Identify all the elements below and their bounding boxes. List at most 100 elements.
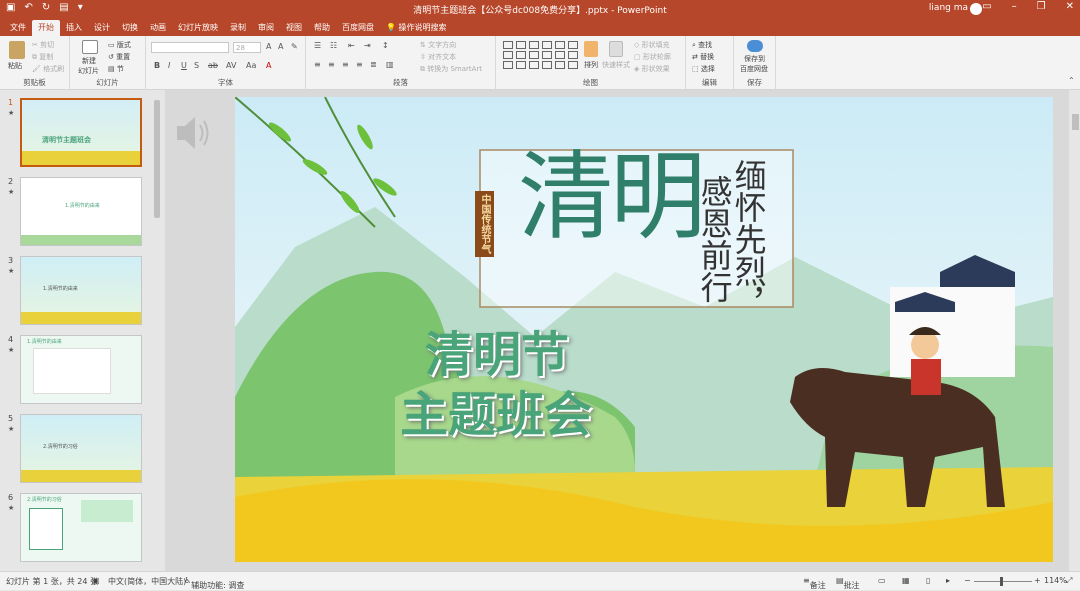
paste-button[interactable]: 粘贴	[8, 61, 22, 71]
align-text-button[interactable]: ⇳ 对齐文本	[420, 52, 456, 62]
change-case-icon[interactable]: Aa	[246, 61, 256, 70]
decrease-indent-icon[interactable]: ⇤	[348, 41, 355, 50]
copy-button[interactable]: ⧉ 复制	[32, 52, 53, 62]
thumbnail-scrollbar[interactable]	[153, 92, 161, 567]
justify-icon[interactable]: ≡	[356, 60, 363, 69]
find-button[interactable]: ⌕ 查找	[692, 40, 712, 50]
slide-poem-col1[interactable]: 缅怀先烈，	[730, 159, 768, 319]
shape-item[interactable]	[555, 41, 565, 49]
align-left-icon[interactable]: ≡	[314, 60, 321, 69]
slide-logo-text[interactable]: 清明	[518, 149, 706, 245]
underline-icon[interactable]: U	[181, 61, 187, 70]
shape-item[interactable]	[529, 51, 539, 59]
shape-item[interactable]	[542, 41, 552, 49]
arrange-icon[interactable]	[584, 41, 598, 57]
shape-item[interactable]	[568, 41, 578, 49]
slide-title-line2[interactable]: 主题班会	[400, 375, 592, 445]
baidu-cloud-icon[interactable]	[747, 40, 763, 52]
shape-fill-button[interactable]: ◇ 形状填充	[634, 40, 670, 50]
shape-outline-button[interactable]: ▢ 形状轮廓	[634, 52, 671, 62]
replace-button[interactable]: ⇄ 替换	[692, 52, 714, 62]
accessibility-status[interactable]: ♿ 辅助功能: 调查	[184, 576, 244, 590]
align-center-icon[interactable]: ≡	[328, 60, 335, 69]
tell-me-search[interactable]: 💡 操作说明搜索	[380, 20, 453, 36]
avatar[interactable]	[970, 3, 982, 15]
speaker-icon[interactable]	[173, 112, 213, 154]
shape-item[interactable]	[542, 51, 552, 59]
increase-indent-icon[interactable]: ⇥	[364, 41, 371, 50]
slide-thumb-6[interactable]: 2.清明节的习俗	[20, 493, 142, 562]
shape-item[interactable]	[568, 61, 578, 69]
shapes-gallery[interactable]	[503, 41, 578, 69]
zoom-out-button[interactable]: −	[964, 576, 971, 585]
tab-insert[interactable]: 插入	[60, 20, 88, 36]
fit-slide-icon[interactable]: ⤢	[1066, 576, 1072, 586]
shape-item[interactable]	[529, 41, 539, 49]
quick-styles-icon[interactable]	[609, 41, 623, 57]
char-spacing-icon[interactable]: AV	[226, 61, 236, 70]
font-family-combo[interactable]	[151, 42, 229, 53]
slide-thumb-5[interactable]: 2.清明节的习俗	[20, 414, 142, 483]
tab-slideshow[interactable]: 幻灯片放映	[172, 20, 224, 36]
font-size-combo[interactable]: 28	[233, 42, 261, 53]
bold-icon[interactable]: B	[154, 61, 160, 70]
tab-help[interactable]: 帮助	[308, 20, 336, 36]
distributed-icon[interactable]: ≣	[370, 60, 377, 69]
vertical-scrollbar[interactable]	[1071, 90, 1080, 571]
shape-item[interactable]	[503, 51, 513, 59]
slide-thumb-1[interactable]: 清明节主题班会	[20, 98, 142, 167]
format-painter-button[interactable]: 🖌 格式刷	[32, 64, 64, 74]
save-to-label[interactable]: 保存到	[744, 54, 765, 64]
strikethrough-icon[interactable]: ab	[208, 61, 218, 70]
slide-sorter-icon[interactable]: ▦	[902, 576, 910, 585]
shape-item[interactable]	[568, 51, 578, 59]
align-right-icon[interactable]: ≡	[342, 60, 349, 69]
font-color-icon[interactable]: A	[266, 61, 271, 70]
shape-item[interactable]	[503, 61, 513, 69]
numbering-icon[interactable]: ☷	[330, 41, 337, 50]
tab-design[interactable]: 设计	[88, 20, 116, 36]
tab-record[interactable]: 录制	[224, 20, 252, 36]
quick-styles-button[interactable]: 快速样式	[602, 60, 630, 70]
zoom-slider-thumb[interactable]	[1000, 577, 1003, 586]
zoom-level[interactable]: 114%	[1044, 576, 1067, 585]
ribbon-display-icon[interactable]: ▭	[982, 1, 991, 12]
slide-badge[interactable]: 中国传统节气	[475, 191, 494, 257]
slide[interactable]: 中国传统节气 清明 缅怀先烈， 感恩前行 清明节 主题班会	[235, 97, 1053, 562]
smartart-button[interactable]: ⧉ 转换为 SmartArt	[420, 64, 482, 74]
user-name[interactable]: liang ma	[929, 3, 968, 13]
zoom-in-button[interactable]: +	[1034, 576, 1041, 585]
vertical-scroll-thumb[interactable]	[1072, 114, 1079, 130]
language-status[interactable]: 中文(简体，中国大陆)	[108, 576, 186, 587]
thumbnail-scroll-thumb[interactable]	[154, 100, 160, 218]
columns-icon[interactable]: ▥	[386, 60, 394, 69]
spelling-icon[interactable]: ▣	[92, 576, 100, 585]
zoom-slider[interactable]	[974, 581, 1032, 582]
shape-item[interactable]	[516, 51, 526, 59]
layout-button[interactable]: ▭ 版式	[108, 40, 131, 50]
slide-poem-col2[interactable]: 感恩前行	[696, 175, 734, 303]
shape-effects-button[interactable]: ◈ 形状效果	[634, 64, 670, 74]
new-slide-icon[interactable]	[82, 40, 98, 54]
shadow-icon[interactable]: S	[194, 61, 199, 70]
grow-font-icon[interactable]: A	[266, 42, 271, 51]
shape-item[interactable]	[555, 61, 565, 69]
close-icon[interactable]: ✕	[1066, 1, 1074, 12]
tab-animations[interactable]: 动画	[144, 20, 172, 36]
tab-view[interactable]: 视图	[280, 20, 308, 36]
shape-item[interactable]	[529, 61, 539, 69]
collapse-ribbon-icon[interactable]: ⌃	[1068, 76, 1075, 85]
slideshow-view-icon[interactable]: ▸	[946, 576, 950, 585]
tab-transitions[interactable]: 切换	[116, 20, 144, 36]
tab-file[interactable]: 文件	[4, 20, 32, 36]
normal-view-icon[interactable]: ▭	[878, 576, 886, 585]
comments-button[interactable]: ▤ 批注	[836, 576, 860, 590]
shape-item[interactable]	[516, 41, 526, 49]
arrange-button[interactable]: 排列	[584, 60, 598, 70]
paste-icon[interactable]	[9, 41, 25, 59]
italic-icon[interactable]: I	[168, 61, 170, 70]
bullets-icon[interactable]: ☰	[314, 41, 321, 50]
new-slide-label[interactable]: 新建	[82, 56, 96, 66]
select-button[interactable]: ⬚ 选择	[692, 64, 715, 74]
shrink-font-icon[interactable]: A	[278, 42, 283, 51]
